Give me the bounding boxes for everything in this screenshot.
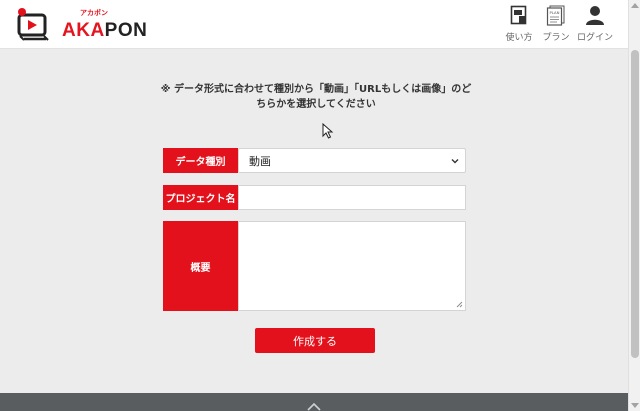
logo-wordmark-pon: PON: [104, 20, 148, 41]
nav-login-label: ログイン: [576, 33, 613, 43]
summary-row: 概要: [163, 221, 466, 311]
summary-textarea[interactable]: [238, 221, 466, 311]
data-type-selected-value: 動画: [249, 154, 271, 168]
scroll-up-arrow-icon[interactable]: [631, 3, 639, 8]
play-tv-logo-icon: [17, 8, 49, 41]
chevron-up-icon[interactable]: [306, 402, 322, 411]
create-button[interactable]: 作成する: [255, 328, 375, 353]
page-footer: [0, 393, 628, 411]
site-header: アカポン AKAPON 使い方 PLAN プラン ログイン: [0, 0, 628, 49]
data-type-notice: ※ データ形式に合わせて種別から「動画」「URLもしくは画像」のどちらかを選択し…: [160, 84, 472, 110]
scroll-down-arrow-icon[interactable]: [631, 403, 639, 408]
user-icon: [585, 4, 605, 26]
scrollbar-thumb[interactable]: [631, 50, 639, 358]
nav-usage[interactable]: 使い方: [499, 4, 539, 43]
usage-book-icon: [509, 4, 529, 26]
plan-document-icon: PLAN: [546, 4, 566, 26]
data-type-label: データ種別: [163, 148, 238, 173]
logo-wordmark-aka: AKA: [62, 20, 105, 41]
data-type-row: データ種別 動画: [163, 148, 466, 173]
logo-kana: アカポン: [80, 9, 108, 17]
nav-plan[interactable]: PLAN プラン: [536, 4, 576, 43]
project-name-input[interactable]: [238, 185, 466, 210]
mouse-cursor-icon: [322, 123, 334, 139]
logo-wordmark: AKAPON: [62, 20, 147, 42]
akapon-logo[interactable]: アカポン AKAPON: [16, 6, 147, 44]
nav-login[interactable]: ログイン: [575, 4, 615, 43]
nav-usage-label: 使い方: [505, 33, 533, 43]
project-name-label: プロジェクト名: [163, 185, 238, 210]
project-name-row: プロジェクト名: [163, 185, 466, 210]
chevron-down-icon: [451, 159, 459, 164]
nav-plan-label: プラン: [542, 33, 570, 43]
data-type-select[interactable]: 動画: [238, 148, 466, 173]
resize-grip-icon[interactable]: [455, 300, 463, 308]
plan-icon-text: PLAN: [550, 10, 560, 15]
vertical-scrollbar[interactable]: [628, 0, 640, 411]
summary-label: 概要: [163, 221, 238, 311]
